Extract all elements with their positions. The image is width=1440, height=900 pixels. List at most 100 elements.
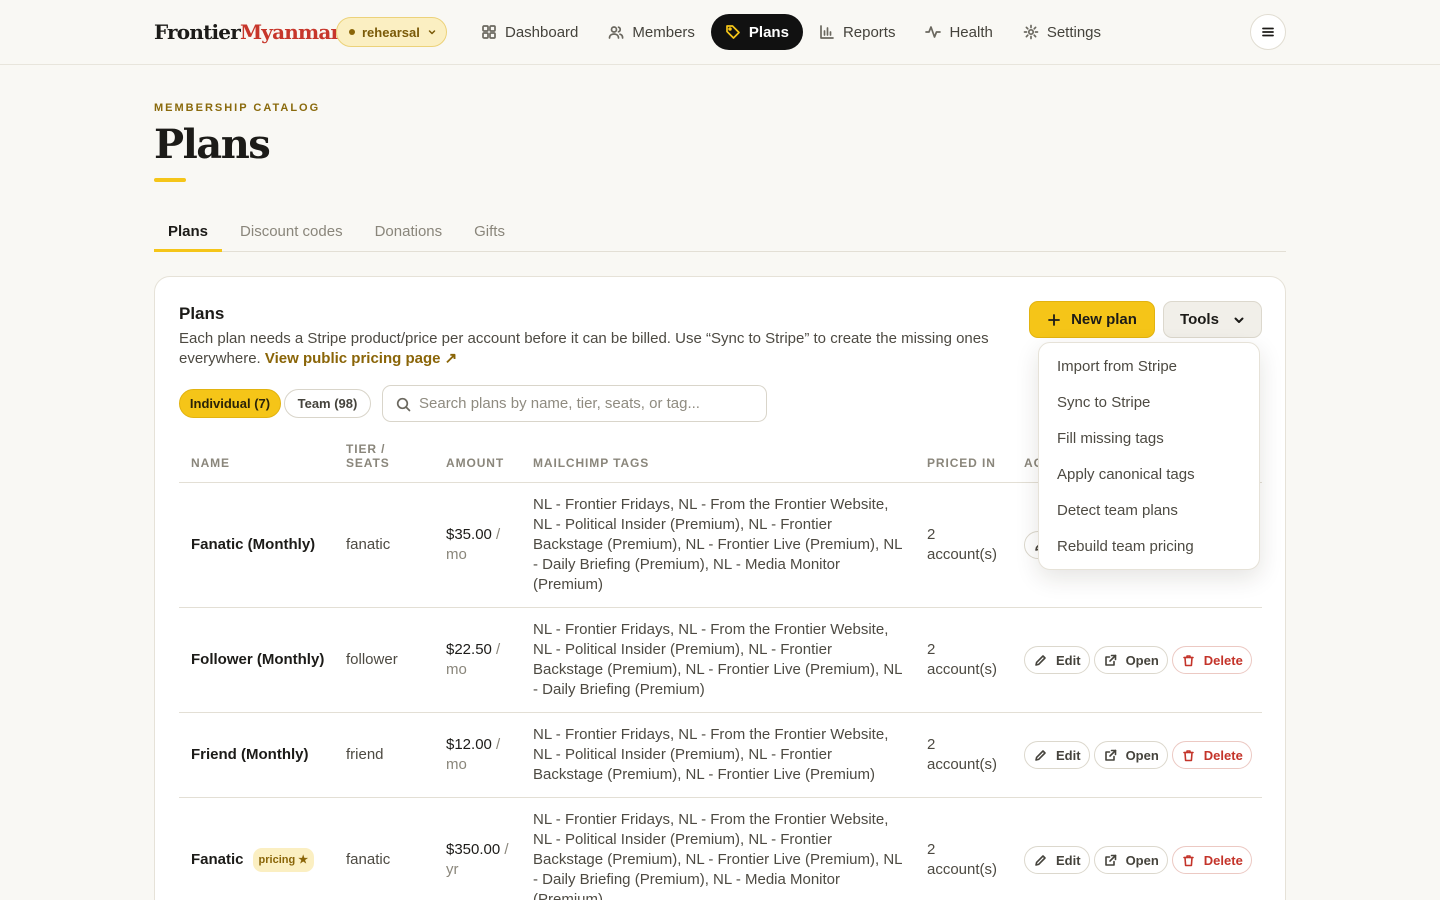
row-actions: Edit Open Delete [1024, 646, 1252, 674]
plan-mailchimp-tags: NL - Frontier Fridays, NL - From the Fro… [533, 496, 902, 593]
hamburger-menu-button[interactable] [1250, 14, 1286, 50]
plan-amount: $22.50 / mo [446, 640, 521, 680]
edit-button[interactable]: Edit [1024, 646, 1090, 674]
open-button[interactable]: Open [1093, 646, 1168, 674]
plan-name: Fanatic pricing ★ [191, 848, 315, 872]
external-link-icon [1104, 654, 1116, 666]
plan-priced-in: 2 account(s) [927, 736, 998, 773]
filter-team[interactable]: Team (98) [284, 389, 371, 418]
row-actions: Edit Open Delete [1024, 846, 1252, 874]
header-tier[interactable]: TIER / SEATS [346, 442, 416, 470]
header-amount[interactable]: AMOUNT [446, 456, 504, 470]
plan-tier: fanatic [346, 851, 391, 868]
plan-mailchimp-tags: NL - Frontier Fridays, NL - From the Fro… [533, 726, 889, 783]
nav-settings-label: Settings [1046, 23, 1102, 41]
edit-button[interactable]: Edit [1024, 846, 1090, 874]
search-input[interactable] [419, 386, 759, 421]
menu-item-fill-missing-tags[interactable]: Fill missing tags [1039, 421, 1259, 457]
pencil-icon [1035, 854, 1046, 866]
pricing-badge: pricing ★ [252, 848, 315, 872]
plan-amount: $35.00 / mo [446, 525, 521, 565]
plan-name-text: Fanatic [191, 851, 244, 868]
plus-icon [1048, 313, 1060, 326]
pencil-icon [1035, 749, 1046, 761]
main-nav: Dashboard Members Plans Reports Health S… [467, 14, 1115, 50]
edit-button[interactable]: Edit [1024, 741, 1090, 769]
nav-health[interactable]: Health [911, 14, 1006, 50]
environment-switcher[interactable]: rehearsal [336, 17, 447, 47]
new-plan-button[interactable]: New plan [1029, 301, 1155, 338]
gear-icon [1023, 24, 1039, 40]
filter-individual[interactable]: Individual (7) [179, 389, 281, 418]
header-mailchimp-tags[interactable]: MAILCHIMP TAGS [533, 456, 649, 470]
delete-button[interactable]: Delete [1171, 741, 1252, 769]
hamburger-icon [1262, 27, 1274, 37]
open-button[interactable]: Open [1093, 741, 1168, 769]
edit-label: Edit [1056, 652, 1081, 668]
plan-tier: friend [346, 746, 384, 763]
menu-item-import-from-stripe[interactable]: Import from Stripe [1039, 349, 1259, 385]
tools-button[interactable]: Tools [1163, 301, 1262, 338]
delete-label: Delete [1203, 747, 1243, 763]
plan-name-text: Friend (Monthly) [191, 746, 309, 763]
plan-mailchimp-tags: NL - Frontier Fridays, NL - From the Fro… [533, 811, 902, 900]
plan-name-text: Fanatic (Monthly) [191, 536, 316, 553]
users-icon [609, 26, 624, 39]
new-plan-label: New plan [1071, 311, 1137, 328]
header-priced-in[interactable]: PRICED IN [927, 456, 996, 470]
tab-discount-codes[interactable]: Discount codes [226, 216, 357, 252]
trash-icon [1182, 654, 1194, 666]
menu-item-rebuild-team-pricing[interactable]: Rebuild team pricing [1039, 529, 1259, 565]
plan-priced-in: 2 account(s) [927, 526, 998, 563]
section-tabs: Plans Discount codes Donations Gifts [154, 216, 1286, 252]
delete-button[interactable]: Delete [1171, 846, 1252, 874]
external-link-icon [1104, 854, 1116, 866]
open-label: Open [1125, 852, 1159, 868]
table-row[interactable]: Follower (Monthly) follower $22.50 / mo … [179, 608, 1262, 713]
brand-logo[interactable]: FrontierMyanmar [154, 19, 341, 45]
activity-icon [925, 26, 942, 38]
tab-gifts[interactable]: Gifts [460, 216, 519, 252]
nav-plans[interactable]: Plans [710, 14, 803, 50]
delete-label: Delete [1203, 652, 1243, 668]
external-link-icon [1104, 749, 1116, 761]
search-icon [396, 397, 411, 412]
page-title: Plans [154, 121, 271, 168]
menu-item-sync-to-stripe[interactable]: Sync to Stripe [1039, 385, 1259, 421]
table-row[interactable]: Fanatic pricing ★ fanatic $350.00 / yr NL… [179, 798, 1262, 900]
tab-plans[interactable]: Plans [154, 216, 223, 252]
tag-icon [726, 25, 740, 39]
nav-members-label: Members [632, 23, 695, 41]
nav-reports-label: Reports [842, 23, 896, 41]
plan-amount: $12.00 / mo [446, 735, 521, 775]
page-eyebrow: MEMBERSHIP CATALOG [154, 102, 321, 114]
open-button[interactable]: Open [1093, 846, 1168, 874]
amount-value: $22.50 [446, 641, 492, 658]
nav-reports[interactable]: Reports [805, 14, 910, 50]
row-actions: Edit Open Delete [1024, 741, 1252, 769]
table-row[interactable]: Friend (Monthly) friend $12.00 / mo NL -… [179, 713, 1262, 798]
delete-button[interactable]: Delete [1171, 646, 1252, 674]
plan-priced-in: 2 account(s) [927, 641, 998, 678]
nav-dashboard-label: Dashboard [505, 23, 579, 41]
amount-value: $350.00 [446, 841, 501, 858]
menu-item-detect-team-plans[interactable]: Detect team plans [1039, 493, 1259, 529]
card-description: Each plan needs a Stripe product/price p… [179, 329, 999, 369]
tools-label: Tools [1180, 311, 1219, 328]
plan-name: Follower (Monthly) [191, 650, 324, 670]
nav-settings[interactable]: Settings [1009, 14, 1115, 50]
menu-item-apply-canonical-tags[interactable]: Apply canonical tags [1039, 457, 1259, 493]
open-label: Open [1125, 652, 1159, 668]
nav-members[interactable]: Members [594, 14, 709, 50]
amount-value: $12.00 [446, 736, 492, 753]
brand-part-1: Frontier [154, 20, 241, 44]
plan-name: Friend (Monthly) [191, 745, 308, 765]
public-pricing-link[interactable]: View public pricing page ↗ [265, 350, 457, 367]
plan-mailchimp-tags: NL - Frontier Fridays, NL - From the Fro… [533, 621, 902, 698]
tab-donations[interactable]: Donations [361, 216, 457, 252]
header-name[interactable]: NAME [191, 456, 230, 470]
trash-icon [1182, 854, 1194, 866]
plan-amount: $350.00 / yr [446, 840, 521, 880]
nav-dashboard[interactable]: Dashboard [467, 14, 592, 50]
trash-icon [1182, 749, 1194, 761]
